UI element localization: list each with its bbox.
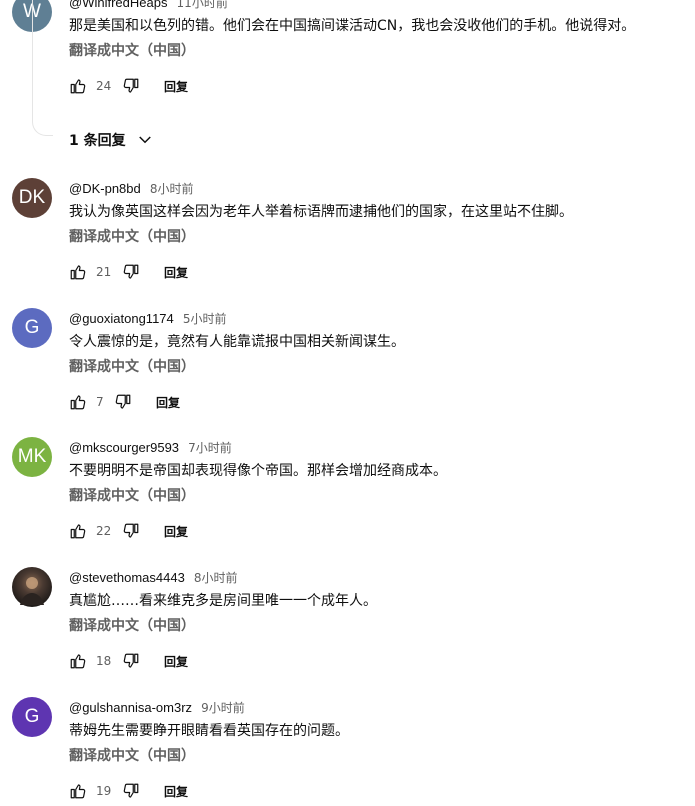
comment-header: @WinifredHeaps 11小时前 <box>69 0 228 11</box>
like-count: 22 <box>96 524 112 538</box>
translate-link[interactable]: 翻译成中文（中国） <box>69 226 195 246</box>
comment-header: @guoxiatong1174 5小时前 <box>69 308 227 327</box>
comment-time[interactable]: 7小时前 <box>188 441 232 455</box>
translate-link[interactable]: 翻译成中文（中国） <box>69 485 195 505</box>
thumb-down-icon[interactable] <box>114 393 132 411</box>
reply-button[interactable]: 回复 <box>156 394 180 411</box>
view-replies-button[interactable]: 1 条回复 <box>69 130 154 150</box>
comment-header: @stevethomas4443 8小时前 <box>69 567 238 586</box>
avatar-letter: G <box>24 317 40 338</box>
thumb-down-icon[interactable] <box>122 522 140 540</box>
comment-time[interactable]: 11小时前 <box>177 0 228 10</box>
comment-actions: 7 回复 <box>69 390 180 414</box>
comment-time[interactable]: 9小时前 <box>201 701 245 715</box>
thumb-down-icon[interactable] <box>122 782 140 800</box>
author-name[interactable]: @stevethomas4443 <box>69 570 185 585</box>
author-name[interactable]: @gulshannisa-om3rz <box>69 700 192 715</box>
comment-text: 令人震惊的是，竟然有人能靠谎报中国相关新闻谋生。 <box>69 334 405 350</box>
chevron-down-icon <box>138 136 151 144</box>
avatar[interactable]: DK <box>12 178 52 218</box>
comment-text: 不要明明不是帝国却表现得像个帝国。那样会增加经商成本。 <box>69 463 447 479</box>
translate-link[interactable]: 翻译成中文（中国） <box>69 615 195 635</box>
comment-actions: 22 回复 <box>69 519 188 543</box>
comment-time[interactable]: 5小时前 <box>183 312 227 326</box>
thread-connector <box>32 0 53 136</box>
author-name[interactable]: @mkscourger9593 <box>69 440 179 455</box>
like-count: 7 <box>96 395 104 409</box>
replies-label: 1 条回复 <box>69 133 126 149</box>
comment-header: @mkscourger9593 7小时前 <box>69 437 232 456</box>
thumb-up-icon[interactable] <box>69 652 87 670</box>
avatar[interactable]: MK <box>12 437 52 477</box>
comment-time[interactable]: 8小时前 <box>150 182 194 196</box>
translate-link[interactable]: 翻译成中文（中国） <box>69 356 195 376</box>
thumb-down-icon[interactable] <box>122 77 140 95</box>
comment-text: 那是美国和以色列的错。他们会在中国搞间谍活动CN，我也会没收他们的手机。他说得对… <box>69 18 636 34</box>
avatar-letter: MK <box>17 446 47 467</box>
avatar[interactable]: G <box>12 308 52 348</box>
author-name[interactable]: @guoxiatong1174 <box>69 311 174 326</box>
reply-button[interactable]: 回复 <box>164 653 188 670</box>
comment-actions: 24 回复 <box>69 74 188 98</box>
avatar-letter: G <box>24 706 40 727</box>
avatar[interactable]: G <box>12 697 52 737</box>
like-count: 24 <box>96 79 112 93</box>
avatar-letter: DK <box>18 187 46 208</box>
thumb-up-icon[interactable] <box>69 782 87 800</box>
reply-button[interactable]: 回复 <box>164 783 188 800</box>
reply-button[interactable]: 回复 <box>164 78 188 95</box>
comment-header: @DK-pn8bd 8小时前 <box>69 178 193 197</box>
like-count: 18 <box>96 654 112 668</box>
thumb-up-icon[interactable] <box>69 77 87 95</box>
thumb-up-icon[interactable] <box>69 522 87 540</box>
comment-header: @gulshannisa-om3rz 9小时前 <box>69 697 245 716</box>
comment-actions: 21 回复 <box>69 260 188 284</box>
translate-link[interactable]: 翻译成中文（中国） <box>69 745 195 765</box>
author-name[interactable]: @DK-pn8bd <box>69 181 141 196</box>
avatar-photo[interactable] <box>12 567 52 607</box>
reply-button[interactable]: 回复 <box>164 264 188 281</box>
like-count: 21 <box>96 265 112 279</box>
comment-actions: 18 回复 <box>69 649 188 673</box>
thumb-up-icon[interactable] <box>69 393 87 411</box>
like-count: 19 <box>96 784 112 798</box>
thumb-down-icon[interactable] <box>122 263 140 281</box>
comment-text: 真尴尬……看来维克多是房间里唯一一个成年人。 <box>69 593 377 609</box>
comment-time[interactable]: 8小时前 <box>194 571 238 585</box>
translate-link[interactable]: 翻译成中文（中国） <box>69 40 195 60</box>
comment-text: 蒂姆先生需要睁开眼睛看看英国存在的问题。 <box>69 723 349 739</box>
person-photo-icon <box>20 577 44 605</box>
thumb-down-icon[interactable] <box>122 652 140 670</box>
author-name[interactable]: @WinifredHeaps <box>69 0 167 10</box>
reply-button[interactable]: 回复 <box>164 523 188 540</box>
comment-text: 我认为像英国这样会因为老年人举着标语牌而逮捕他们的国家，在这里站不住脚。 <box>69 204 573 220</box>
thumb-up-icon[interactable] <box>69 263 87 281</box>
comment-actions: 19 回复 <box>69 779 188 803</box>
